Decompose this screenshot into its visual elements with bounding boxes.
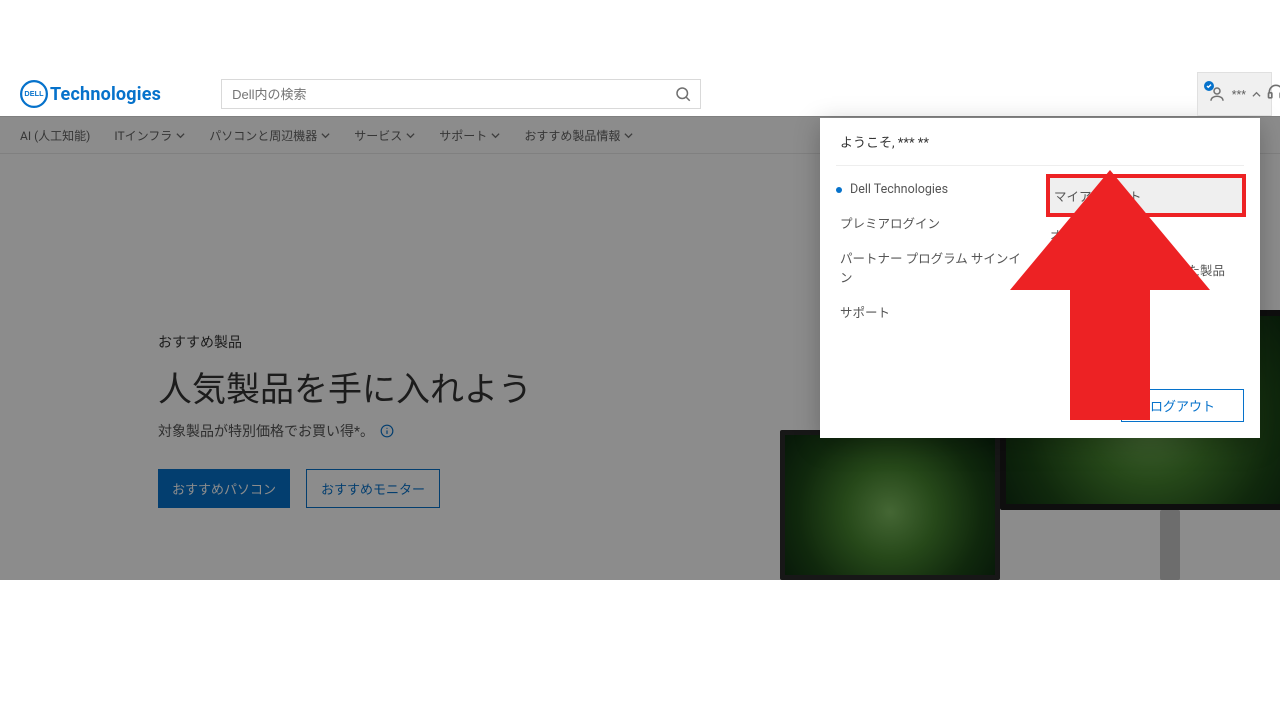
account-menu-trigger[interactable]: *** [1197, 72, 1272, 116]
chevron-down-icon [176, 131, 185, 140]
dell-logo[interactable]: DELL Technologies [20, 80, 161, 108]
nav-item-label: ITインフラ [114, 127, 172, 144]
nav-item-label: AI (人工知能) [20, 127, 90, 144]
search-icon [674, 85, 692, 103]
account-right-link-0[interactable]: マイアカウント [1046, 174, 1246, 217]
account-left-column: Dell Technologiesプレミアログインパートナー プログラム サイン… [836, 174, 1034, 329]
svg-text:DELL: DELL [24, 89, 44, 98]
account-left-link-3[interactable]: サポート [836, 294, 1034, 329]
chevron-down-icon [406, 131, 415, 140]
top-spacer [0, 0, 1280, 72]
nav-item-1[interactable]: ITインフラ [114, 127, 185, 144]
hero-eyebrow: おすすめ製品 [158, 332, 532, 352]
hero-subtext: 対象製品が特別価格でお買い得*。 [158, 421, 532, 441]
logout-button[interactable]: ログアウト [1121, 389, 1244, 422]
nav-item-label: サービス [354, 127, 402, 144]
cta-secondary-button[interactable]: おすすめモニター [306, 469, 440, 508]
nav-item-3[interactable]: サービス [354, 127, 415, 144]
account-left-link-0[interactable]: Dell Technologies [836, 174, 1034, 205]
chevron-up-icon [1252, 90, 1261, 99]
account-trigger-name: *** [1232, 88, 1246, 101]
chevron-down-icon [491, 131, 500, 140]
account-welcome: ようこそ, *** ** [836, 118, 1244, 166]
dell-logo-icon: DELL [20, 80, 48, 108]
nav-item-label: サポート [439, 127, 487, 144]
nav-item-0[interactable]: AI (人工知能) [20, 127, 90, 144]
nav-item-2[interactable]: パソコンと周辺機器 [209, 127, 330, 144]
account-right-link-1[interactable]: オーダーステータス [1046, 217, 1244, 252]
account-left-link-1[interactable]: プレミアログイン [836, 205, 1034, 240]
account-dropdown: ようこそ, *** ** Dell Technologiesプレミアログインパー… [820, 118, 1260, 438]
nav-item-label: パソコンと周辺機器 [209, 127, 317, 144]
search-input[interactable] [230, 86, 674, 103]
cta-primary-button[interactable]: おすすめパソコン [158, 469, 290, 508]
notification-dot-icon [1204, 81, 1214, 91]
account-left-link-2[interactable]: パートナー プログラム サインイン [836, 240, 1034, 294]
logo-text: Technologies [50, 84, 161, 105]
account-right-column: マイアカウントオーダーステータスマイアカウントに保存した製品 [1046, 174, 1244, 329]
search-box[interactable] [221, 79, 701, 109]
nav-item-5[interactable]: おすすめ製品情報 [524, 127, 633, 144]
account-right-link-2[interactable]: マイアカウントに保存した製品 [1046, 252, 1244, 287]
chevron-down-icon [624, 131, 633, 140]
search-button[interactable] [674, 85, 692, 103]
nav-item-label: おすすめ製品情報 [524, 127, 620, 144]
topbar: DELL Technologies [0, 72, 1280, 116]
nav-item-4[interactable]: サポート [439, 127, 500, 144]
hero-headline: 人気製品を手に入れよう [158, 362, 532, 411]
hero-monitor-stand [1160, 510, 1180, 580]
chevron-down-icon [321, 131, 330, 140]
hero-sub-text: 対象製品が特別価格でお買い得*。 [158, 421, 374, 441]
info-icon[interactable] [380, 424, 394, 438]
hero-laptop [780, 430, 1000, 580]
contact-icon[interactable] [1266, 82, 1280, 102]
